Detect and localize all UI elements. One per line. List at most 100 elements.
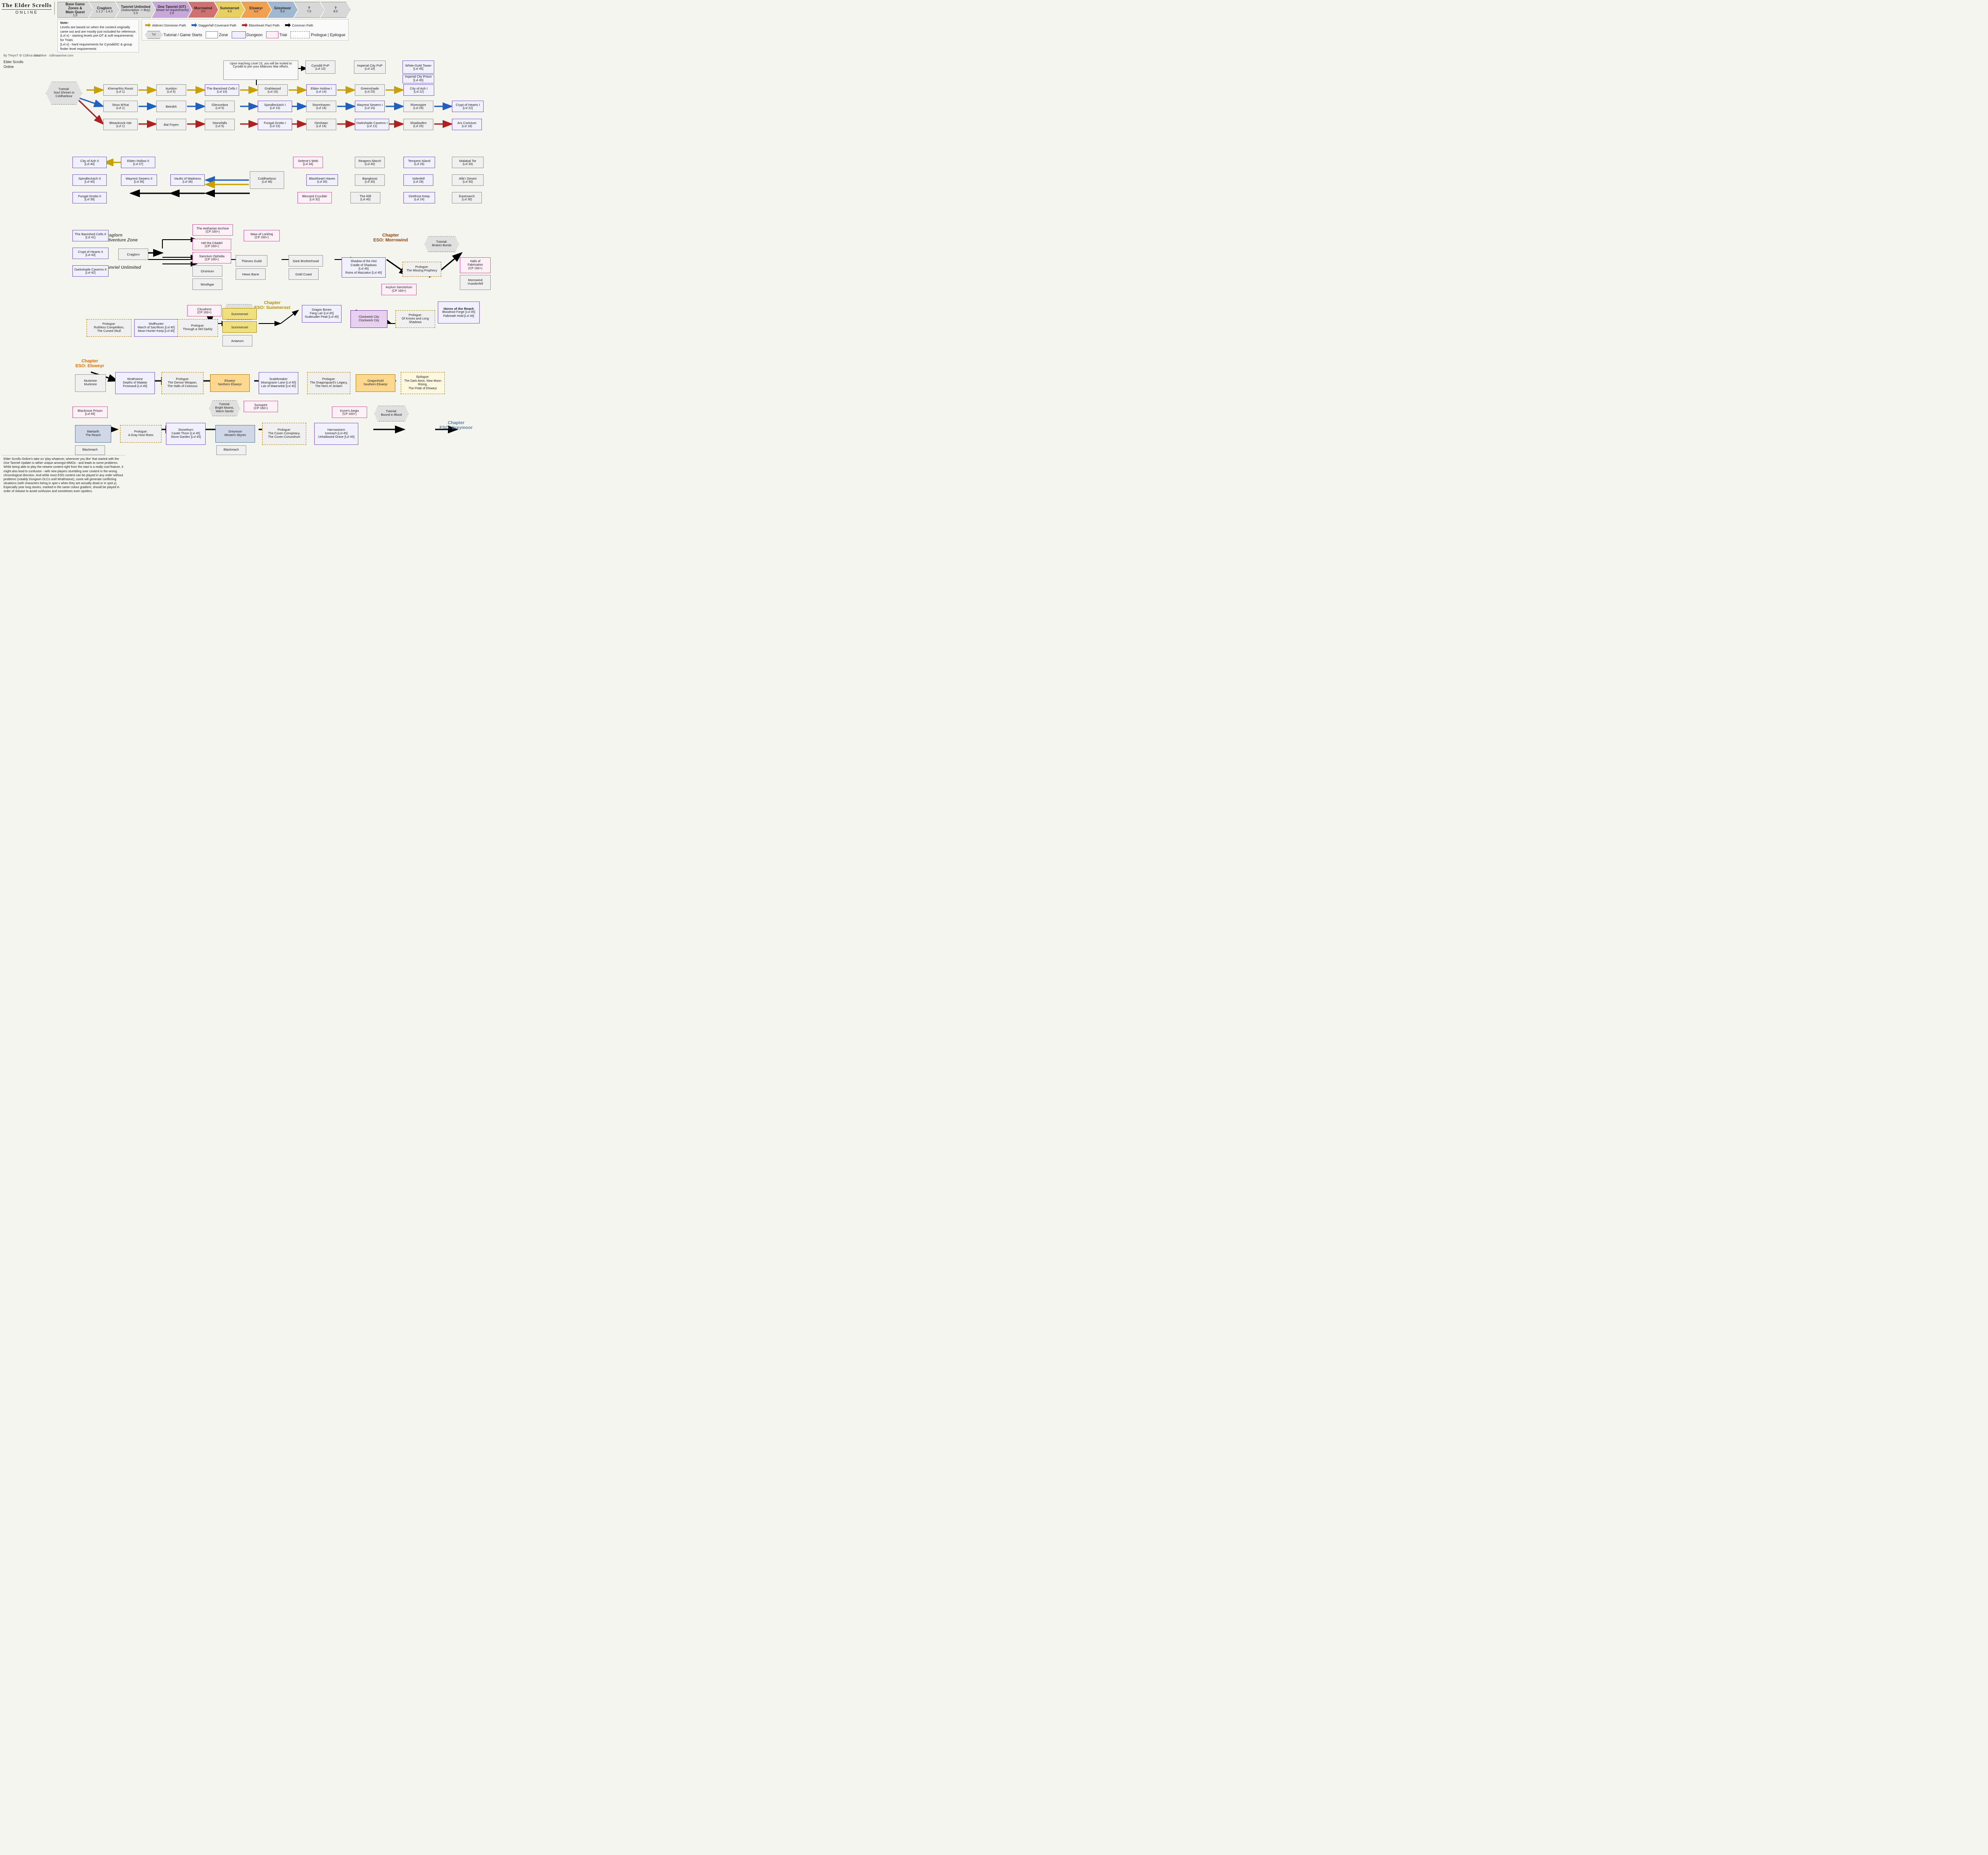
node-hel-ra: Hel Ra Citadel (CP 160+) <box>192 239 231 250</box>
legend-box: ➡ Aldmeri Dominion Path ➡ Daggerfall Cov… <box>142 19 348 41</box>
node-stonefalls: Stonefalls (Lvl 5) <box>205 119 235 130</box>
bottom-area: Elder Scrolls Online's take on 'play wha… <box>2 453 495 495</box>
node-wrathstone: WrathstoneDepths of MalatarFrostvault [L… <box>115 372 155 394</box>
version-morrowind: Morrowind 3.0 <box>188 2 218 18</box>
node-wayrest-i: Wayrest Sewers I (Lvl 16) <box>355 101 385 112</box>
node-sanctum-ophidia: Sanctum Ophidia (CP 160+) <box>192 252 231 263</box>
label-chapter-summerset: ChapterESO: Summerset <box>254 301 290 310</box>
node-tutorial-broken-bonds: Tutorial:Broken Bonds <box>425 236 459 252</box>
node-epilogue-dark-aeon: Epilogue:The Dark Aeon, New Moon Rising,… <box>401 372 445 394</box>
node-prologue-missing: Prologue:The Missing Prophecy <box>402 262 441 277</box>
sidebar-online-label: Online <box>4 64 30 69</box>
node-elden-hollow-i: Elden Hollow I (Lvl 14) <box>306 84 336 96</box>
node-bal-foyen: Bal Foyen <box>156 119 186 130</box>
legend-paths: ➡ Aldmeri Dominion Path ➡ Daggerfall Cov… <box>145 21 345 30</box>
node-eastmarch: Eastmarch (Lvl 30) <box>452 192 482 203</box>
note-text2: (Lvl x) - starting levels pre-OT & soft … <box>60 34 136 42</box>
title-line1: The Elder Scrolls <box>2 2 52 9</box>
node-artaeum: Artaeum <box>222 335 252 346</box>
legend-red: ➡ Ebonheart Pact Path <box>242 21 280 30</box>
node-spindleclutch-i: Spindleclutch I (Lvl 10) <box>258 101 292 112</box>
header-area: The Elder Scrolls ONLINE Base Game Zones… <box>2 2 495 53</box>
legend-red-label: Ebonheart Pact Path <box>249 23 279 27</box>
versions-and-legend: Base Game Zones & Main Quest 1.0 Craglor… <box>57 2 495 53</box>
node-dragonhold: DragonholdSouthern Elsweyr <box>356 374 395 392</box>
node-horns-reach: Horns of the Reach Bloodroot Forge [Lvl … <box>438 301 480 324</box>
version-greymoor: Greymoor 6.0 <box>267 2 297 18</box>
arrow-red-icon: ➡ <box>242 21 248 30</box>
node-fungal-ii: Fungal Grotto II [Lvl 39] <box>72 192 107 203</box>
node-aetharian: The Aetharian Archive (CP 160+) <box>192 224 233 236</box>
version-elsweyr: Elsweyr 5.0 <box>241 2 271 18</box>
version-row: Base Game Zones & Main Quest 1.0 Craglor… <box>57 2 495 18</box>
node-blackrose-prison: Blackrose Prison [Lvl 45] <box>72 406 108 418</box>
node-blackheart-haven: Blackheart Haven (Lvl 30) <box>306 174 338 186</box>
trial-shape <box>266 31 278 38</box>
title-line2: ONLINE <box>2 10 52 15</box>
main-area: Elder Scrolls Online <box>2 59 495 452</box>
note-title: Note: <box>60 21 136 25</box>
legend-game-starts: Tutorial / Game Starts <box>163 33 202 37</box>
node-city-ash-ii: City of Ash II [Lvl 40] <box>72 157 107 168</box>
node-volenfell: Volenfell (Lvl 28) <box>403 174 433 186</box>
node-tutorial-bound: Tutorial:Bound in Blood <box>374 406 409 421</box>
node-sunspire: Sunspire (CP 160+) <box>244 401 278 412</box>
legend-prologue-label: Prologue | Epilogue <box>311 33 345 37</box>
legend-trial: Trial <box>266 31 287 38</box>
node-dark-brotherhood: Dark Brotherhood <box>289 255 323 267</box>
node-selenes-web: Selene's Web [Lvl 34] <box>293 157 323 168</box>
hexagon-shape: Tut <box>145 31 162 39</box>
legend-trial-label: Trial <box>279 33 287 37</box>
left-sidebar: Elder Scrolls Online <box>2 59 32 452</box>
legend-hexagon: Tut Tutorial / Game Starts <box>145 31 202 39</box>
node-elden-hollow-ii: Elden Hollow II [Lvl 37] <box>121 157 155 168</box>
version-base: Base Game Zones & Main Quest 1.0 <box>57 2 93 18</box>
node-the-rift: The Rift (Lvl 40) <box>350 192 380 203</box>
label-chapter-elsweyr: ChapterESO: Elsweyr <box>75 359 104 369</box>
node-city-ash-i: City of Ash I (Lvl 22) <box>403 84 434 96</box>
label-craglorn-zone: CraglornAdventure Zone <box>104 233 138 243</box>
node-prologue-gray-host: Prologue:A Gray Host Rises <box>120 425 162 443</box>
node-banished-ii: The Banished Cells II [Lvl 41] <box>72 230 109 241</box>
node-bangkorai: Bangkorai (Lvl 30) <box>355 174 385 186</box>
node-asylum-sanctorium: Asylum Sanctorium (CP 160+) <box>381 284 417 295</box>
note-text3: [Lvl x] - hard requirements for Cyrodiil… <box>60 42 136 51</box>
node-dragon-bones: Dragon BonesFang Lair [Lvl 45]Scalecalle… <box>302 305 342 323</box>
zone-shape <box>206 31 218 38</box>
sidebar-eso-label: Elder Scrolls <box>4 60 30 64</box>
legend-dungeon: Dungeon <box>232 31 263 38</box>
node-rivenspire: Rivenspire (Lvl 25) <box>403 101 433 112</box>
note-legend-row: Note: Levels are based on when the conte… <box>57 19 495 53</box>
node-coldharbour: Coldharbour (Lvl 48) <box>250 171 284 189</box>
prologue-shape <box>290 31 310 38</box>
node-greenshade: Greenshade (Lvl 25) <box>355 84 385 96</box>
legend-dungeon-label: Dungeon <box>247 33 263 37</box>
label-chapter-morrowind: ChapterESO: Morrowind <box>373 233 408 243</box>
node-fungal-i: Fungal Grotto I (Lvl 10) <box>258 119 292 130</box>
node-prologue-ruthless: Prologue:Ruthless Competition;The Cursed… <box>86 319 132 337</box>
node-clockwork-city: Clockwork CityClockwork City <box>350 310 387 328</box>
node-crypt-hearts-ii: Crypt of Hearts II [Lvl 43] <box>72 248 109 259</box>
legend-prologue: Prologue | Epilogue <box>290 31 345 38</box>
legend-blue: ➡ Daggerfall Covenant Path <box>191 21 236 30</box>
node-white-gold-tower: White-Gold Tower [Lvl 45] <box>402 60 434 74</box>
node-kyne-aegis: Kyne's Aegis (CP 160+) <box>332 406 367 418</box>
node-greymoor-zone: GreymoorWestern Skyrim <box>215 425 255 443</box>
node-halls-fabrication: Halls ofFabrication(CP 160+) <box>460 257 491 273</box>
node-prologue-knives: Prologue:Of Knives and Long Shadows <box>395 310 435 328</box>
map-container: Tutorial:Soul Shriven inColdharbour Khen… <box>34 59 492 452</box>
legend-yellow: ➡ Aldmeri Dominion Path <box>145 21 186 30</box>
node-crypt-hearts-i: Crypt of Hearts I [Lvl 22] <box>452 101 484 112</box>
arrow-black-icon: ➡ <box>285 21 290 30</box>
node-glenumbra: Glenumbra (Lvl 5) <box>205 101 235 112</box>
legend-yellow-label: Aldmeri Dominion Path <box>152 23 186 27</box>
node-betnikh: Betnikh <box>156 101 186 112</box>
node-maw-lorkhaj: Maw of Lorkhaj (CP 160+) <box>244 230 280 241</box>
node-deshaan: Deshaan (Lvl 16) <box>306 119 336 130</box>
note-text1: Levels are based on when the content ori… <box>60 25 136 34</box>
version-one-tamriel: One Tamriel (OT) (Newer lvl requirements… <box>152 2 192 18</box>
note-box: Note: Levels are based on when the conte… <box>57 19 139 53</box>
node-stormhaven: Stormhaven (Lvl 16) <box>306 101 336 112</box>
node-grahtwood: Grahtwood (Lvl 16) <box>258 84 288 96</box>
node-craglorn: Craglorn <box>118 248 148 260</box>
